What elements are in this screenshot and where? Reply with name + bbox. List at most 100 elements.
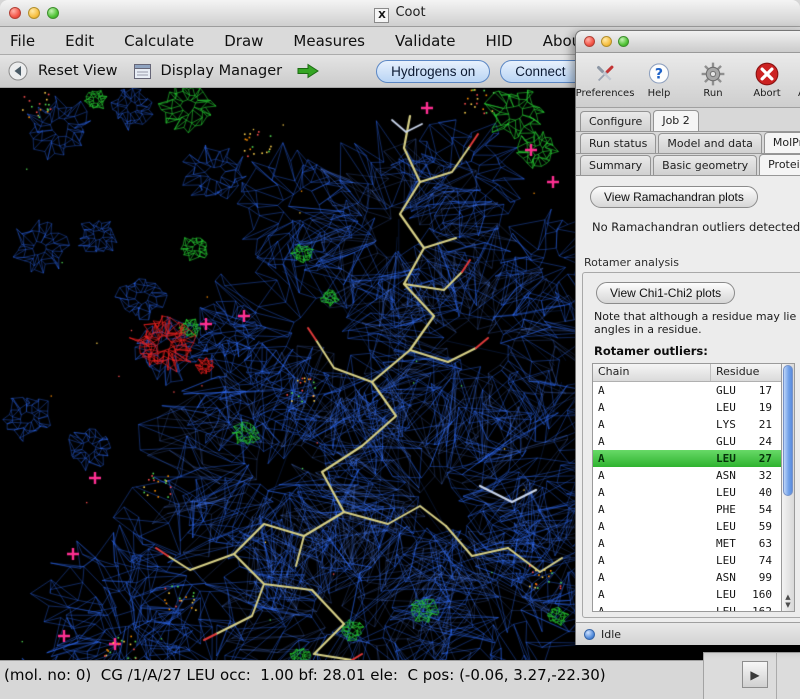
scroll-right-button[interactable]: ▶ bbox=[742, 661, 768, 688]
scroll-down-icon[interactable]: ▼ bbox=[785, 601, 790, 609]
tabs-configure-job: ConfigureJob 2 bbox=[576, 108, 800, 132]
menu-validate[interactable]: Validate bbox=[380, 27, 470, 54]
hydrogens-on-button[interactable]: Hydrogens on bbox=[376, 60, 490, 83]
view-ramachandran-plots-button[interactable]: View Ramachandran plots bbox=[590, 186, 758, 208]
scroll-up-icon[interactable]: ▲ bbox=[785, 593, 790, 601]
screen: XCoot FileEditCalculateDrawMeasuresValid… bbox=[0, 0, 800, 699]
scrollbar-arrows: ▲▼ bbox=[782, 593, 794, 609]
residue-name: GLU bbox=[716, 382, 754, 399]
residue-name: LEU bbox=[716, 484, 754, 501]
residue-name: LEU bbox=[716, 450, 754, 467]
toolbar-preferences-button[interactable]: Preferences bbox=[582, 61, 628, 99]
rotamer-note-line2: angles in a residue. bbox=[594, 323, 797, 336]
residue-name: ASN bbox=[716, 569, 754, 586]
tab-basic-geometry[interactable]: Basic geometry bbox=[653, 155, 757, 175]
tab-configure[interactable]: Configure bbox=[580, 111, 651, 131]
residue-number: 17 bbox=[754, 382, 781, 399]
cell-chain: A bbox=[593, 467, 711, 484]
reset-view-icon[interactable] bbox=[8, 61, 28, 81]
table-row[interactable]: ALYS21 bbox=[593, 416, 781, 433]
cell-chain: A bbox=[593, 569, 711, 586]
window-title: Coot bbox=[395, 5, 425, 20]
toolbar-abort-button[interactable]: Abort bbox=[744, 61, 790, 99]
cell-chain: A bbox=[593, 382, 711, 399]
idle-icon bbox=[584, 629, 595, 640]
column-header-residue[interactable]: Residue bbox=[711, 364, 781, 381]
tab-model-and-data[interactable]: Model and data bbox=[658, 133, 762, 153]
table-row[interactable]: AGLU24 bbox=[593, 433, 781, 450]
zoom-icon[interactable] bbox=[618, 36, 629, 47]
table-row[interactable]: ALEU74 bbox=[593, 552, 781, 569]
toolbar-help-button[interactable]: ?Help bbox=[636, 61, 682, 99]
rotamer-analysis-frame: View Chi1-Chi2 plots Note that although … bbox=[582, 272, 800, 618]
table-row[interactable]: AMET63 bbox=[593, 535, 781, 552]
cell-chain: A bbox=[593, 603, 711, 611]
column-header-chain[interactable]: Chain bbox=[593, 364, 711, 381]
table-row[interactable]: ALEU160 bbox=[593, 586, 781, 603]
table-row[interactable]: ALEU19 bbox=[593, 399, 781, 416]
residue-name: ASN bbox=[716, 467, 754, 484]
molprobity-protein-panel: View Ramachandran plots No Ramachandran … bbox=[576, 176, 800, 622]
cell-residue: ASN32 bbox=[711, 467, 781, 484]
cell-chain: A bbox=[593, 433, 711, 450]
table-row[interactable]: APHE54 bbox=[593, 501, 781, 518]
residue-number: 54 bbox=[754, 501, 781, 518]
table-row[interactable]: ALEU40 bbox=[593, 484, 781, 501]
cell-residue: LEU59 bbox=[711, 518, 781, 535]
rotamer-outliers-label: Rotamer outliers: bbox=[594, 344, 797, 358]
cell-chain: A bbox=[593, 484, 711, 501]
display-manager-button[interactable]: Display Manager bbox=[161, 63, 283, 79]
menu-hid[interactable]: HID bbox=[470, 27, 527, 54]
validation-statusbar: Idle bbox=[576, 622, 800, 645]
validation-titlebar[interactable] bbox=[576, 31, 800, 53]
table-row-selected[interactable]: ALEU27 bbox=[593, 450, 781, 467]
tab-run-status[interactable]: Run status bbox=[580, 133, 656, 153]
table-row[interactable]: A GLU17 bbox=[593, 382, 781, 399]
menu-draw[interactable]: Draw bbox=[209, 27, 278, 54]
tools-icon bbox=[592, 61, 618, 87]
cell-residue: ASN99 bbox=[711, 569, 781, 586]
menu-edit[interactable]: Edit bbox=[50, 27, 109, 54]
table-row[interactable]: AASN99 bbox=[593, 569, 781, 586]
tab-job-2[interactable]: Job 2 bbox=[653, 110, 698, 131]
menu-calculate[interactable]: Calculate bbox=[109, 27, 209, 54]
minimize-icon[interactable] bbox=[601, 36, 612, 47]
validation-toolbar: Preferences?HelpRunAbortA bbox=[576, 53, 800, 108]
cell-residue: LEU74 bbox=[711, 552, 781, 569]
residue-name: LEU bbox=[716, 586, 752, 603]
cell-chain: A bbox=[593, 586, 711, 603]
residue-number: 63 bbox=[754, 535, 781, 552]
cell-chain: A bbox=[593, 535, 711, 552]
residue-number: 162 bbox=[752, 603, 781, 611]
table-row[interactable]: ALEU59 bbox=[593, 518, 781, 535]
help-icon: ? bbox=[646, 61, 672, 87]
green-arrow-icon[interactable] bbox=[296, 63, 320, 79]
tab-protein[interactable]: Protein bbox=[759, 154, 800, 175]
close-icon[interactable] bbox=[584, 36, 595, 47]
display-manager-icon[interactable] bbox=[134, 64, 151, 79]
main-titlebar[interactable]: XCoot bbox=[0, 0, 800, 27]
table-scrollbar[interactable]: ▲▼ bbox=[782, 363, 795, 612]
menu-file[interactable]: File bbox=[0, 27, 50, 54]
tab-summary[interactable]: Summary bbox=[580, 155, 651, 175]
tab-molprobity[interactable]: MolProbity bbox=[764, 132, 800, 153]
table-row[interactable]: A LEU162 bbox=[593, 603, 781, 611]
abort-icon bbox=[754, 61, 780, 87]
cell-chain: A bbox=[593, 416, 711, 433]
gear-icon bbox=[700, 61, 726, 87]
scrollbar-thumb[interactable] bbox=[783, 365, 793, 496]
table-row[interactable]: AASN32 bbox=[593, 467, 781, 484]
residue-number: 59 bbox=[754, 518, 781, 535]
scroll-corner-panel: ▶ bbox=[703, 652, 800, 699]
ramachandran-message: No Ramachandran outliers detected bbox=[592, 220, 800, 234]
residue-name: LEU bbox=[716, 603, 752, 611]
rotamer-outliers-table-wrap: Chain Residue AGLU17ALEU19ALYS21AGLU24AL… bbox=[592, 363, 795, 612]
residue-number: 74 bbox=[754, 552, 781, 569]
toolbar-run-button[interactable]: Run bbox=[690, 61, 736, 99]
validation-window-controls bbox=[584, 36, 629, 47]
cell-residue: MET63 bbox=[711, 535, 781, 552]
residue-name: LEU bbox=[716, 518, 754, 535]
reset-view-button[interactable]: Reset View bbox=[38, 63, 118, 79]
view-chi1-chi2-plots-button[interactable]: View Chi1-Chi2 plots bbox=[596, 282, 735, 304]
menu-measures[interactable]: Measures bbox=[278, 27, 380, 54]
